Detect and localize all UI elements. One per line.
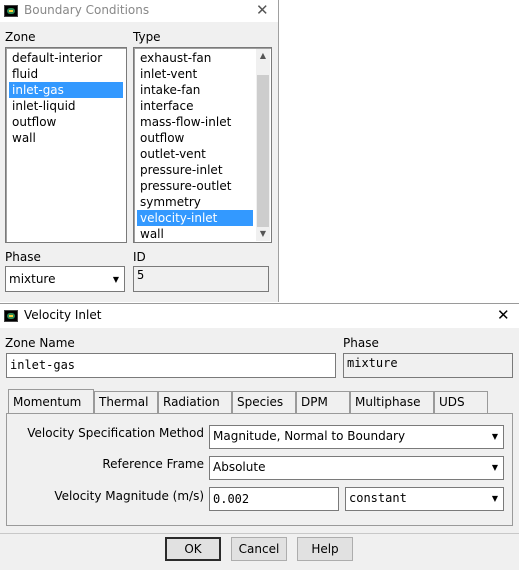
tab-dpm-label: DPM	[301, 395, 328, 409]
tab-dpm[interactable]: DPM	[296, 391, 350, 413]
velocity-spec-value: Magnitude, Normal to Boundary	[213, 429, 406, 443]
zone-label: Zone	[5, 30, 36, 44]
bc-phase-label: Phase	[5, 250, 41, 264]
zone-list-item[interactable]: fluid	[9, 66, 41, 82]
zone-name-field[interactable]: inlet-gas	[6, 353, 336, 378]
type-list-item[interactable]: symmetry	[137, 194, 204, 210]
scrollbar-thumb[interactable]	[257, 75, 269, 227]
tab-multiphase-label: Multiphase	[355, 395, 421, 409]
chevron-down-icon[interactable]: ▼	[489, 459, 501, 477]
tab-thermal-label: Thermal	[99, 395, 149, 409]
tab-radiation-label: Radiation	[163, 395, 220, 409]
ref-frame-label: Reference Frame	[102, 457, 204, 471]
ok-button[interactable]: OK	[165, 537, 221, 561]
chevron-down-icon[interactable]: ▼	[489, 428, 501, 446]
velocity-spec-dropdown[interactable]: Magnitude, Normal to Boundary ▼	[209, 425, 504, 449]
bc-phase-value: mixture	[9, 272, 56, 286]
vi-phase-value: mixture	[347, 356, 398, 370]
id-label: ID	[133, 250, 146, 264]
tab-thermal[interactable]: Thermal	[94, 391, 158, 413]
zone-list-item[interactable]: default-interior	[9, 50, 105, 66]
type-list-item[interactable]: outlet-vent	[137, 146, 209, 162]
zone-name-label: Zone Name	[5, 336, 75, 350]
tab-species-label: Species	[237, 395, 284, 409]
tab-strip: Thermal Radiation Species DPM Multiphase…	[6, 389, 513, 414]
type-list-item[interactable]: wall	[137, 226, 167, 242]
ref-frame-dropdown[interactable]: Absolute ▼	[209, 456, 504, 480]
type-list-item[interactable]: outflow	[137, 130, 187, 146]
vel-mag-value: 0.002	[213, 492, 250, 506]
vel-mag-profile-dropdown[interactable]: constant ▼	[345, 487, 504, 511]
chevron-down-icon[interactable]: ▼	[110, 271, 122, 289]
bc-phase-dropdown[interactable]: mixture ▼	[5, 266, 125, 292]
velocity-inlet-window: Velocity Inlet ✕ Zone Name inlet-gas Pha…	[0, 303, 519, 570]
tab-species[interactable]: Species	[232, 391, 296, 413]
type-list-item[interactable]: interface	[137, 98, 197, 114]
type-list-item[interactable]: inlet-vent	[137, 66, 200, 82]
vi-title: Velocity Inlet	[24, 308, 102, 322]
type-list-item-selected[interactable]: velocity-inlet	[137, 210, 253, 226]
tab-momentum-label: Momentum	[13, 395, 82, 409]
ref-frame-value: Absolute	[213, 460, 266, 474]
tab-radiation[interactable]: Radiation	[158, 391, 232, 413]
id-field: 5	[133, 266, 269, 292]
type-list-scrollbar[interactable]: ▲ ▼	[256, 49, 270, 241]
zone-list-item[interactable]: inlet-liquid	[9, 98, 79, 114]
zone-list-item[interactable]: wall	[9, 130, 39, 146]
chevron-down-icon[interactable]: ▼	[489, 490, 501, 508]
type-list-item[interactable]: intake-fan	[137, 82, 203, 98]
fluent-window-icon	[4, 310, 18, 322]
type-list-item[interactable]: pressure-outlet	[137, 178, 234, 194]
scroll-up-icon[interactable]: ▲	[256, 49, 270, 63]
boundary-conditions-window: Boundary Conditions ✕ Zone Type default-…	[0, 0, 279, 302]
vi-phase-field: mixture	[343, 353, 513, 378]
vel-mag-input[interactable]: 0.002	[209, 487, 339, 511]
type-list-item[interactable]: mass-flow-inlet	[137, 114, 234, 130]
cancel-button[interactable]: Cancel	[231, 537, 287, 561]
help-button[interactable]: Help	[297, 537, 353, 561]
vi-phase-label: Phase	[343, 336, 379, 350]
button-divider	[0, 533, 519, 534]
zone-list-item[interactable]: outflow	[9, 114, 59, 130]
velocity-spec-label: Velocity Specification Method	[27, 426, 204, 440]
bc-title: Boundary Conditions	[24, 3, 150, 17]
tab-uds[interactable]: UDS	[434, 391, 488, 413]
fluent-window-icon	[4, 5, 18, 17]
vel-mag-profile-value: constant	[349, 491, 407, 505]
close-icon[interactable]: ✕	[256, 3, 269, 18]
type-label: Type	[133, 30, 161, 44]
type-list-item[interactable]: exhaust-fan	[137, 50, 214, 66]
zone-list[interactable]: default-interior fluid inlet-gas inlet-l…	[5, 47, 127, 243]
zone-list-item-selected[interactable]: inlet-gas	[9, 82, 123, 98]
type-list-item[interactable]: pressure-inlet	[137, 162, 226, 178]
tab-momentum[interactable]: Momentum	[8, 389, 94, 414]
close-icon[interactable]: ✕	[497, 308, 510, 323]
tab-uds-label: UDS	[439, 395, 465, 409]
momentum-panel: Velocity Specification Method Magnitude,…	[6, 413, 513, 526]
type-list[interactable]: exhaust-fan inlet-vent intake-fan interf…	[133, 47, 272, 243]
vi-titlebar[interactable]: Velocity Inlet ✕	[0, 304, 519, 328]
id-value: 5	[137, 268, 145, 282]
vel-mag-label: Velocity Magnitude (m/s)	[54, 489, 204, 503]
tab-multiphase[interactable]: Multiphase	[350, 391, 434, 413]
zone-name-value: inlet-gas	[10, 358, 76, 372]
scroll-down-icon[interactable]: ▼	[256, 227, 270, 241]
bc-titlebar[interactable]: Boundary Conditions ✕	[0, 0, 278, 22]
